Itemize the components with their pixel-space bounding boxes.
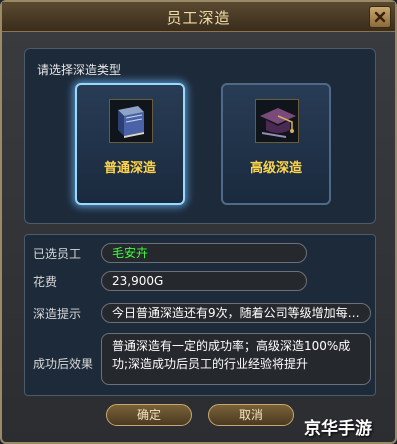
training-info-panel: 已选员工 毛安卉 花费 23,900G 深造提示 今日普通深造还有9次，随着公司…	[24, 234, 376, 396]
effect-value: 普通深造有一定的成功率；高级深造100%成功;深造成功后员工的行业经验将提升	[101, 333, 371, 385]
training-dialog: 员工深造 请选择深造类型 普通深造 高级深造 已选员工 毛安卉 花费 23,90…	[0, 0, 397, 444]
hint-label: 深造提示	[33, 307, 82, 321]
cost-value: 23,900G	[101, 271, 307, 291]
employee-label: 已选员工	[33, 247, 82, 261]
close-button[interactable]	[369, 6, 391, 28]
hint-value: 今日普通深造还有9次，随着公司等级增加每…	[101, 303, 371, 323]
book-icon	[109, 99, 153, 143]
dialog-title: 员工深造	[166, 9, 231, 27]
training-type-label: 请选择深造类型	[37, 63, 122, 77]
watermark: 京华手游	[304, 419, 372, 439]
effect-label: 成功后效果	[33, 357, 94, 371]
cost-label: 花费	[33, 275, 58, 289]
training-type-panel: 请选择深造类型 普通深造 高级深造	[24, 48, 376, 224]
cancel-button[interactable]: 取消	[208, 404, 294, 426]
confirm-button[interactable]: 确定	[106, 404, 192, 426]
title-bar: 员工深造	[2, 2, 395, 32]
close-icon	[374, 11, 386, 23]
option-advanced-training[interactable]: 高级深造	[221, 83, 331, 205]
option-advanced-label: 高级深造	[249, 161, 302, 176]
employee-value: 毛安卉	[101, 243, 307, 263]
mortarboard-icon	[255, 99, 299, 143]
option-normal-label: 普通深造	[103, 161, 156, 176]
option-normal-training[interactable]: 普通深造	[75, 83, 185, 205]
